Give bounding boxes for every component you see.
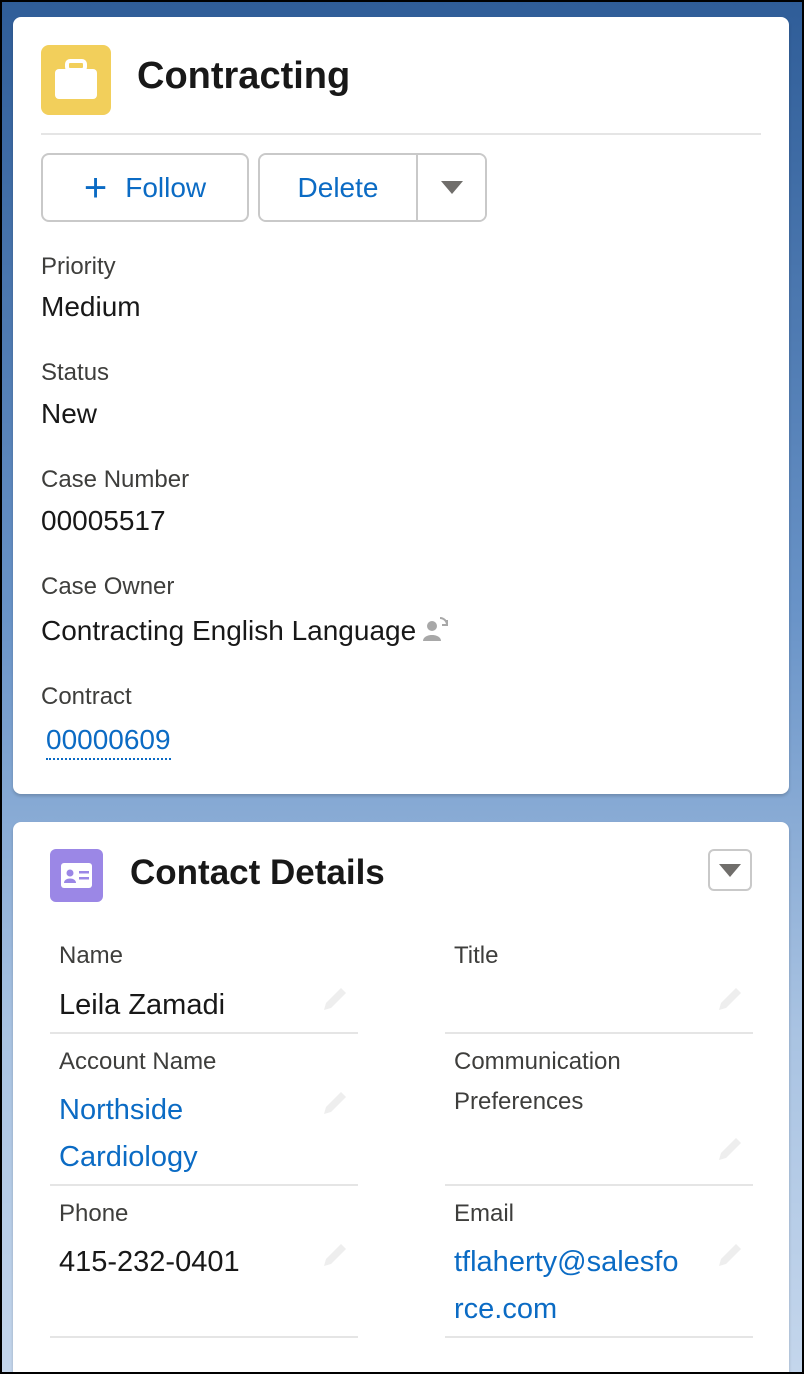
priority-label: Priority xyxy=(41,253,116,280)
briefcase-icon xyxy=(41,45,111,115)
status-label: Status xyxy=(41,359,110,386)
chevron-down-icon xyxy=(440,181,463,194)
communication-preferences-label-line2: Preferences xyxy=(454,1088,584,1115)
header-divider xyxy=(41,133,761,135)
phone-value: 415-232-0401 xyxy=(59,1246,240,1278)
edit-pencil-icon[interactable] xyxy=(715,1240,745,1270)
email-field: Email tflaherty@salesfo rce.com xyxy=(445,1188,753,1338)
case-number-label: Case Number xyxy=(41,466,190,493)
plus-icon: + xyxy=(83,165,108,210)
account-name-label: Account Name xyxy=(59,1048,217,1075)
contact-details-card: Contact Details Name Leila Zamadi Title … xyxy=(13,822,789,1374)
account-name-link-line1[interactable]: Northside xyxy=(59,1087,183,1134)
chevron-down-icon xyxy=(719,863,741,877)
edit-pencil-icon[interactable] xyxy=(320,984,350,1014)
contract-label: Contract xyxy=(41,683,132,710)
record-title: Contracting xyxy=(137,55,351,97)
edit-pencil-icon[interactable] xyxy=(715,984,745,1014)
contact-menu-button[interactable] xyxy=(708,849,752,891)
more-actions-button[interactable] xyxy=(418,155,485,220)
follow-button-label: Follow xyxy=(125,171,207,203)
phone-field: Phone 415-232-0401 xyxy=(50,1188,358,1338)
priority-value: Medium xyxy=(41,291,141,322)
account-name-field: Account Name Northside Cardiology xyxy=(50,1036,358,1186)
name-label: Name xyxy=(59,942,124,969)
delete-button[interactable]: Delete xyxy=(260,155,418,220)
case-highlights-card: Contracting + Follow Delete Priority Med… xyxy=(13,17,789,794)
edit-pencil-icon[interactable] xyxy=(320,1240,350,1270)
account-name-link-line2[interactable]: Cardiology xyxy=(59,1134,198,1181)
title-field: Title xyxy=(445,932,753,1034)
action-button-group: Delete xyxy=(258,153,487,222)
edit-pencil-icon[interactable] xyxy=(320,1088,350,1118)
case-number-value: 00005517 xyxy=(41,505,166,536)
communication-preferences-label-line1: Communication xyxy=(454,1048,621,1075)
case-owner-value: Contracting English Language xyxy=(41,614,417,646)
name-value: Leila Zamadi xyxy=(59,989,226,1021)
edit-pencil-icon[interactable] xyxy=(715,1134,745,1164)
contact-details-title: Contact Details xyxy=(130,853,385,892)
case-owner-row: Contracting English Language xyxy=(41,614,450,651)
title-label: Title xyxy=(454,942,499,969)
email-label: Email xyxy=(454,1200,515,1227)
name-field: Name Leila Zamadi xyxy=(50,932,358,1034)
contract-link[interactable]: 00000609 xyxy=(46,724,171,760)
contact-card-icon xyxy=(50,849,103,902)
phone-label: Phone xyxy=(59,1200,129,1227)
communication-preferences-field: Communication Preferences xyxy=(445,1036,753,1186)
email-link-line2[interactable]: rce.com xyxy=(454,1286,557,1333)
follow-button[interactable]: + Follow xyxy=(41,153,249,222)
email-link-line1[interactable]: tflaherty@salesfo xyxy=(454,1239,678,1286)
change-owner-icon[interactable] xyxy=(420,614,450,651)
case-owner-label: Case Owner xyxy=(41,573,175,600)
status-value: New xyxy=(41,398,98,429)
